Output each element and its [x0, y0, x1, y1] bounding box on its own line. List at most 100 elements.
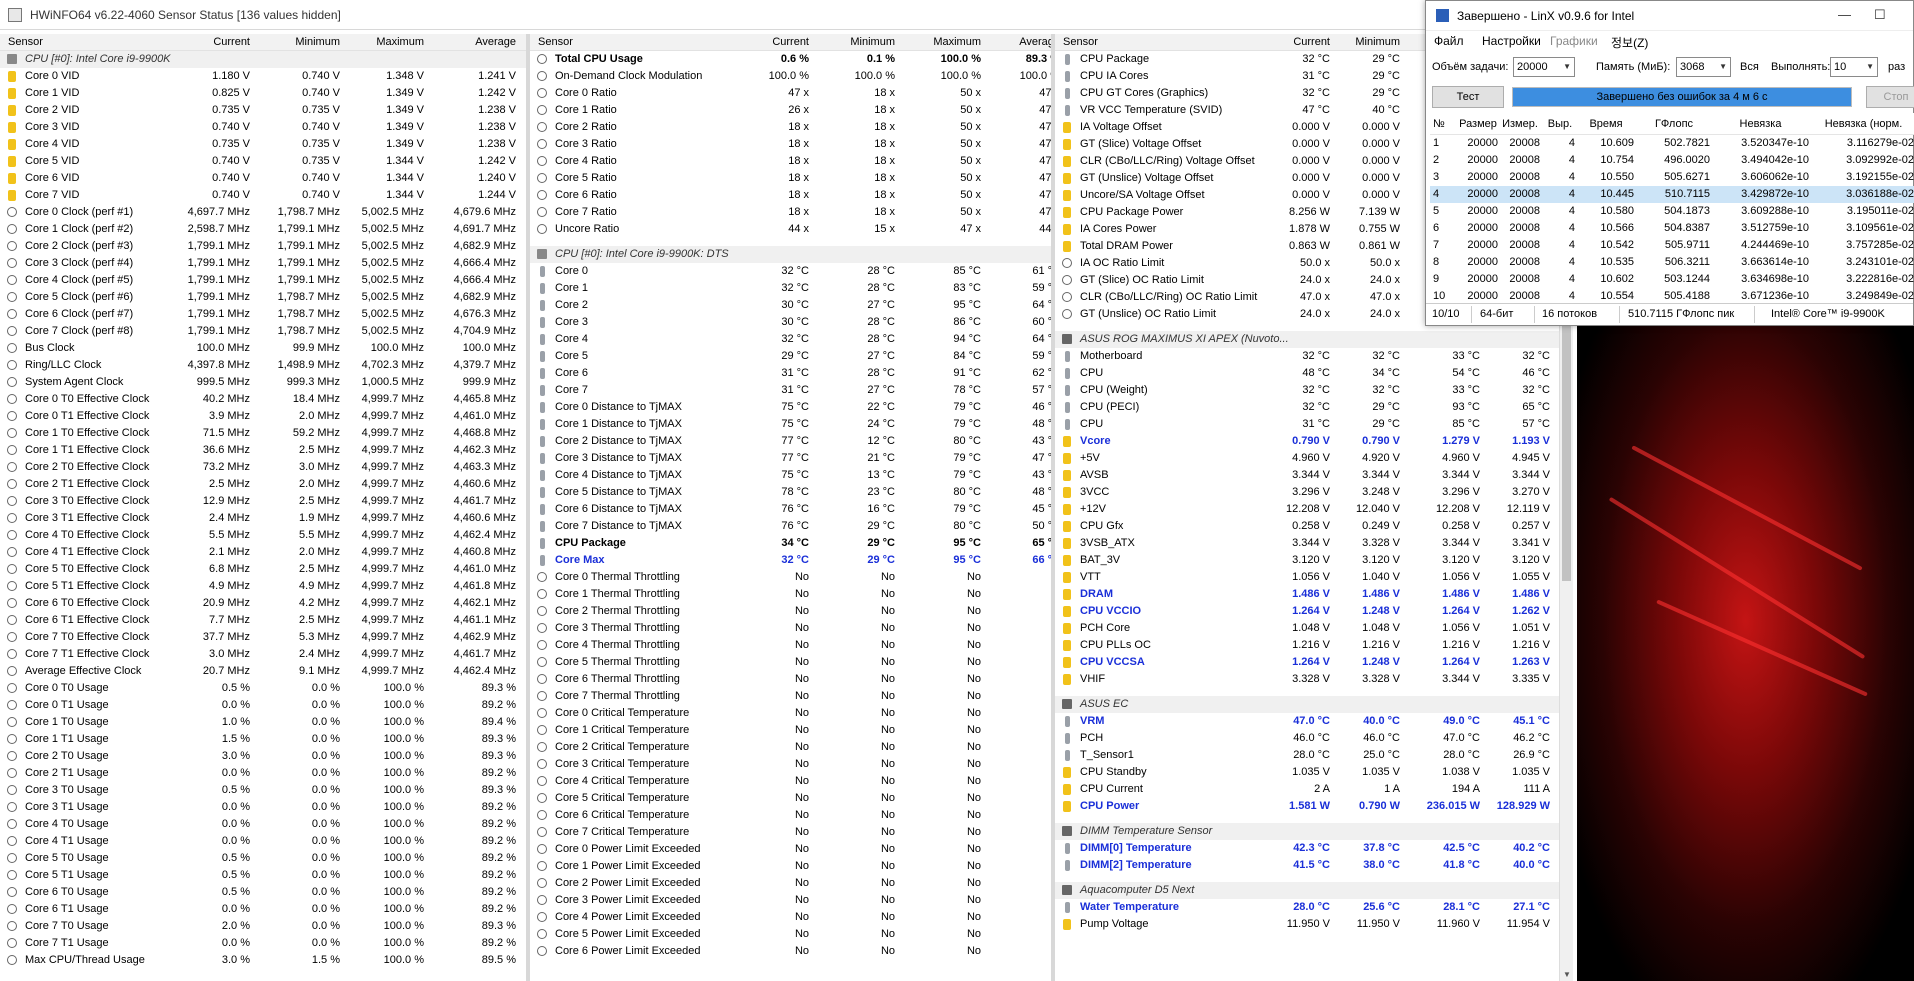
sensor-row[interactable]: Core 2 30 °C 27 °C 95 °C 64 °C: [530, 297, 1051, 314]
sensor-row[interactable]: Pump Voltage 11.950 V 11.950 V 11.960 V 11.9…: [1055, 916, 1573, 933]
sensor-row[interactable]: Core 1 T1 Usage 1.5 % 0.0 % 100.0 % 89.3 %: [0, 731, 526, 748]
sensor-group-header[interactable]: CPU [#0]: Intel Core i9-9900K: DTS: [530, 246, 1051, 263]
sensor-row[interactable]: 3VCC 3.296 V 3.248 V 3.296 V 3.270 V: [1055, 484, 1573, 501]
sensor-group-header[interactable]: DIMM Temperature Sensor: [1055, 823, 1573, 840]
sensor-row[interactable]: Core 6 T0 Effective Clock 20.9 MHz 4.2 MHz…: [0, 595, 526, 612]
table-header-cell[interactable]: Время: [1578, 113, 1634, 135]
table-header-cell[interactable]: ГФлопс: [1638, 113, 1710, 135]
sensor-row[interactable]: Core 6 T1 Effective Clock 7.7 MHz 2.5 MHz 4…: [0, 612, 526, 629]
sensor-group-header[interactable]: Aquacomputer D5 Next: [1055, 882, 1573, 899]
sensor-row[interactable]: Uncore Ratio 44 x 15 x 47 x 44 x: [530, 221, 1051, 238]
sensor-row[interactable]: Core 5 T1 Effective Clock 4.9 MHz 4.9 MHz 4…: [0, 578, 526, 595]
column-sensor[interactable]: Sensor: [538, 34, 573, 51]
sensor-row[interactable]: DIMM[0] Temperature 42.3 °C 37.8 °C 42.5 °C…: [1055, 840, 1573, 857]
sensor-row[interactable]: Core 0 T0 Usage 0.5 % 0.0 % 100.0 % 89.3 %: [0, 680, 526, 697]
sensor-row[interactable]: Core 4 32 °C 28 °C 94 °C 64 °C: [530, 331, 1051, 348]
sensor-row[interactable]: Core 4 Thermal Throttling No No No: [530, 637, 1051, 654]
sensor-row[interactable]: Core 3 T0 Effective Clock 12.9 MHz 2.5 MHz…: [0, 493, 526, 510]
sensor-row[interactable]: Core 0 Distance to TjMAX 75 °C 22 °C 79 °C 4…: [530, 399, 1051, 416]
sensor-row[interactable]: Core 1 Thermal Throttling No No No: [530, 586, 1051, 603]
sensor-row[interactable]: T_Sensor1 28.0 °C 25.0 °C 28.0 °C 26.9 °C: [1055, 747, 1573, 764]
sensor-row[interactable]: Core 4 Ratio 18 x 18 x 50 x 47 x: [530, 153, 1051, 170]
sensor-row[interactable]: Core 7 T1 Usage 0.0 % 0.0 % 100.0 % 89.2 %: [0, 935, 526, 952]
sensor-row[interactable]: Core 5 VID 0.740 V 0.735 V 1.344 V 1.242 V: [0, 153, 526, 170]
sensor-row[interactable]: +5V 4.960 V 4.920 V 4.960 V 4.945 V: [1055, 450, 1573, 467]
sensor-row[interactable]: Core 2 Ratio 18 x 18 x 50 x 47 x: [530, 119, 1051, 136]
sensor-row[interactable]: Core 4 T0 Effective Clock 5.5 MHz 5.5 MHz 4…: [0, 527, 526, 544]
sensor-row[interactable]: Total CPU Usage 0.6 % 0.1 % 100.0 % 89.3 %: [530, 51, 1051, 68]
sensor-row[interactable]: Core 7 Distance to TjMAX 76 °C 29 °C 80 °C 5…: [530, 518, 1051, 535]
sensor-panel-1[interactable]: Sensor Current Minimum Maximum Average CPU [#…: [0, 34, 526, 981]
sensor-row[interactable]: Core 0 Thermal Throttling No No No: [530, 569, 1051, 586]
table-header-cell[interactable]: Выр.: [1545, 113, 1575, 135]
sensor-row[interactable]: Core 7 Critical Temperature No No No: [530, 824, 1051, 841]
menu-settings[interactable]: Настройки: [1482, 34, 1541, 48]
sensor-row[interactable]: Core 5 Power Limit Exceeded No No No: [530, 926, 1051, 943]
sensor-row[interactable]: Core 3 T1 Usage 0.0 % 0.0 % 100.0 % 89.2 %: [0, 799, 526, 816]
menu-file[interactable]: Файл: [1434, 34, 1464, 48]
sensor-row[interactable]: Core 0 Power Limit Exceeded No No No: [530, 841, 1051, 858]
sensor-row[interactable]: Core 7 Thermal Throttling No No No: [530, 688, 1051, 705]
runs-select[interactable]: 10 ▼: [1830, 57, 1878, 77]
sensor-row[interactable]: CPU Standby 1.035 V 1.035 V 1.038 V 1.035 V: [1055, 764, 1573, 781]
sensor-row[interactable]: Core 5 Thermal Throttling No No No: [530, 654, 1051, 671]
sensor-row[interactable]: Core 1 T0 Effective Clock 71.5 MHz 59.2 MH…: [0, 425, 526, 442]
sensor-row[interactable]: Core 1 T0 Usage 1.0 % 0.0 % 100.0 % 89.4 %: [0, 714, 526, 731]
sensor-row[interactable]: Core 2 T0 Effective Clock 73.2 MHz 3.0 MHz…: [0, 459, 526, 476]
sensor-row[interactable]: CPU VCCIO 1.264 V 1.248 V 1.264 V 1.262 V: [1055, 603, 1573, 620]
sensor-row[interactable]: Core 1 Power Limit Exceeded No No No: [530, 858, 1051, 875]
table-header-cell[interactable]: Невязка: [1712, 113, 1809, 135]
sensor-row[interactable]: Core 0 Ratio 47 x 18 x 50 x 47 x: [530, 85, 1051, 102]
sensor-row[interactable]: Core 7 VID 0.740 V 0.740 V 1.344 V 1.244 V: [0, 187, 526, 204]
sensor-row[interactable]: Core 6 VID 0.740 V 0.740 V 1.344 V 1.240 V: [0, 170, 526, 187]
sensor-row[interactable]: Core 4 Clock (perf #5) 1,799.1 MHz 1,799.1…: [0, 272, 526, 289]
sensor-row[interactable]: Core Max 32 °C 29 °C 95 °C 66 °C: [530, 552, 1051, 569]
sensor-row[interactable]: Core 2 Power Limit Exceeded No No No: [530, 875, 1051, 892]
column-average[interactable]: Average: [424, 34, 516, 51]
column-minimum[interactable]: Minimum: [250, 34, 340, 51]
column-maximum[interactable]: Maximum: [340, 34, 424, 51]
sensor-row[interactable]: Core 3 T0 Usage 0.5 % 0.0 % 100.0 % 89.3 %: [0, 782, 526, 799]
sensor-row[interactable]: Core 7 Ratio 18 x 18 x 50 x 47 x: [530, 204, 1051, 221]
sensor-row[interactable]: Core 3 Clock (perf #4) 1,799.1 MHz 1,799.1…: [0, 255, 526, 272]
sensor-row[interactable]: +12V 12.208 V 12.040 V 12.208 V 12.119 V: [1055, 501, 1573, 518]
sensor-row[interactable]: Core 2 T1 Effective Clock 2.5 MHz 2.0 MHz 4…: [0, 476, 526, 493]
sensor-panel-2[interactable]: SensorCurrentMinimumMaximumAverageTotal …: [530, 34, 1051, 981]
table-row[interactable]: 7 20000 20008 4 10.542 505.9711 4.244469e-10 3.…: [1430, 237, 1914, 254]
sensor-row[interactable]: Core 2 Clock (perf #3) 1,799.1 MHz 1,799.1…: [0, 238, 526, 255]
table-row[interactable]: 4 20000 20008 4 10.445 510.7115 3.429872e-10 3.…: [1430, 186, 1914, 203]
sensor-row[interactable]: Bus Clock 100.0 MHz 99.9 MHz 100.0 MHz 100.0…: [0, 340, 526, 357]
sensor-row[interactable]: Core 5 T0 Effective Clock 6.8 MHz 2.5 MHz 4…: [0, 561, 526, 578]
sensor-row[interactable]: Core 1 Critical Temperature No No No: [530, 722, 1051, 739]
sensor-row[interactable]: Core 2 Critical Temperature No No No: [530, 739, 1051, 756]
sensor-row[interactable]: Core 3 Ratio 18 x 18 x 50 x 47 x: [530, 136, 1051, 153]
sensor-row[interactable]: AVSB 3.344 V 3.344 V 3.344 V 3.344 V: [1055, 467, 1573, 484]
table-header-cell[interactable]: №: [1433, 113, 1445, 135]
sensor-row[interactable]: Water Temperature 28.0 °C 25.6 °C 28.1 °C 27…: [1055, 899, 1573, 916]
sensor-row[interactable]: PCH 46.0 °C 46.0 °C 47.0 °C 46.2 °C: [1055, 730, 1573, 747]
sensor-row[interactable]: Core 2 VID 0.735 V 0.735 V 1.349 V 1.238 V: [0, 102, 526, 119]
column-sensor[interactable]: Sensor: [8, 34, 43, 51]
table-row[interactable]: 2 20000 20008 4 10.754 496.0020 3.494042e-10 3.…: [1430, 152, 1914, 169]
column-current[interactable]: Current: [1255, 34, 1330, 51]
sensor-row[interactable]: Core 1 Clock (perf #2) 2,598.7 MHz 1,799.1…: [0, 221, 526, 238]
test-button[interactable]: Тест: [1432, 86, 1504, 108]
sensor-row[interactable]: Core 7 Clock (perf #8) 1,799.1 MHz 1,798.7…: [0, 323, 526, 340]
sensor-row[interactable]: CPU 48 °C 34 °C 54 °C 46 °C: [1055, 365, 1573, 382]
sensor-row[interactable]: Core 3 VID 0.740 V 0.740 V 1.349 V 1.238 V: [0, 119, 526, 136]
sensor-row[interactable]: CPU VCCSA 1.264 V 1.248 V 1.264 V 1.263 V: [1055, 654, 1573, 671]
sensor-row[interactable]: System Agent Clock 999.5 MHz 999.3 MHz 1,00…: [0, 374, 526, 391]
sensor-row[interactable]: Core 6 Ratio 18 x 18 x 50 x 47 x: [530, 187, 1051, 204]
linx-title-bar[interactable]: Завершено - LinX v0.9.6 for Intel — ☐: [1426, 1, 1913, 31]
column-maximum[interactable]: Maximum: [895, 34, 981, 51]
sensor-row[interactable]: CPU Gfx 0.258 V 0.249 V 0.258 V 0.257 V: [1055, 518, 1573, 535]
sensor-group-header[interactable]: ASUS ROG MAXIMUS XI APEX (Nuvoto...: [1055, 331, 1573, 348]
sensor-row[interactable]: Core 0 T1 Usage 0.0 % 0.0 % 100.0 % 89.2 %: [0, 697, 526, 714]
column-minimum[interactable]: Minimum: [1330, 34, 1400, 51]
sensor-row[interactable]: Core 3 Distance to TjMAX 77 °C 21 °C 79 °C 4…: [530, 450, 1051, 467]
menu-graphs[interactable]: Графики: [1550, 34, 1598, 48]
sensor-row[interactable]: Core 5 Clock (perf #6) 1,799.1 MHz 1,798.7…: [0, 289, 526, 306]
sensor-row[interactable]: Vcore 0.790 V 0.790 V 1.279 V 1.193 V: [1055, 433, 1573, 450]
sensor-row[interactable]: Average Effective Clock 20.7 MHz 9.1 MHz 4,…: [0, 663, 526, 680]
sensor-row[interactable]: Core 6 T0 Usage 0.5 % 0.0 % 100.0 % 89.2 %: [0, 884, 526, 901]
